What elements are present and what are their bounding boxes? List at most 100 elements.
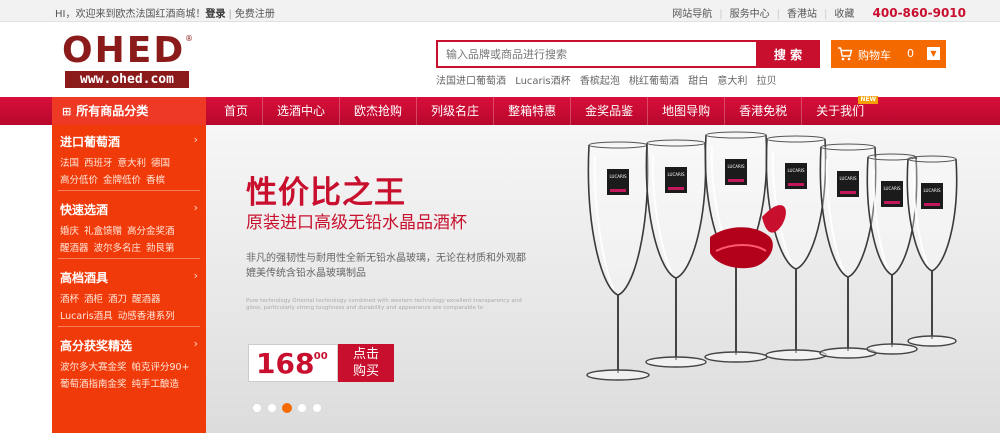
category-link[interactable]: 醒酒器: [60, 243, 89, 254]
nav-item-map-guide[interactable]: 地图导购: [648, 97, 726, 125]
wine-glass: LUCARIS: [586, 141, 650, 381]
category-title[interactable]: 高分获奖精选: [60, 337, 132, 354]
hot-keyword[interactable]: 桃红葡萄酒: [629, 76, 679, 87]
wine-glasses-image: LUCARIS LUCARIS LUCARIS LUCARIS LUCARIS LUCAR…: [586, 131, 958, 381]
buy-now-button[interactable]: 点击 购买: [338, 344, 394, 382]
category-link[interactable]: 动感香港系列: [118, 311, 175, 322]
hot-keyword[interactable]: 拉贝: [757, 76, 777, 87]
chevron-right-icon: ›: [193, 133, 198, 146]
category-link[interactable]: 法国: [60, 158, 79, 169]
glass-brand-label: LUCARIS: [610, 174, 627, 179]
category-link[interactable]: 高分低价: [60, 175, 98, 186]
category-title[interactable]: 进口葡萄酒: [60, 133, 120, 150]
nav-item-home[interactable]: 首页: [210, 97, 264, 125]
carousel-dot[interactable]: [282, 403, 292, 413]
site-logo[interactable]: OHED ® www.ohed.com: [62, 30, 193, 88]
login-link[interactable]: 登录: [205, 9, 225, 20]
category-links: 法国 西班牙 意大利 德国: [60, 155, 175, 169]
service-center-link[interactable]: 服务中心: [730, 9, 770, 20]
cart-label: 购物车: [858, 49, 891, 62]
category-link[interactable]: 纯手工酿造: [132, 379, 180, 390]
topbar-divider: |: [719, 9, 723, 20]
price-decimal: .00: [310, 351, 328, 362]
glass-layer: LUCARIS LUCARIS LUCARIS LUCARIS LUCARIS LUCAR…: [586, 131, 958, 381]
glass-brand-label: LUCARIS: [884, 186, 901, 191]
category-link[interactable]: 勃艮第: [146, 243, 175, 254]
category-link[interactable]: 酒刀: [108, 294, 127, 305]
topbar-divider: |: [776, 9, 780, 20]
nav-item-selection-center[interactable]: 选酒中心: [263, 97, 341, 125]
divider: [58, 258, 200, 259]
hot-keywords: 法国进口葡萄酒 Lucaris酒杯 香槟起泡 桃红葡萄酒 甜白 意大利 拉贝: [436, 72, 783, 87]
category-links: 醒酒器 波尔多名庄 勃艮第: [60, 240, 180, 254]
nav-item-about-us[interactable]: 关于我们 NEW: [802, 96, 879, 125]
topbar-divider: |: [823, 9, 828, 20]
glass-brand-label: LUCARIS: [668, 172, 685, 177]
category-link[interactable]: 酒杯: [60, 294, 79, 305]
hot-keyword[interactable]: Lucaris酒杯: [515, 76, 570, 87]
category-link[interactable]: 西班牙: [84, 158, 113, 169]
category-link[interactable]: 香槟: [146, 175, 165, 186]
category-link[interactable]: 波尔多名庄: [94, 243, 142, 254]
logo-brand: OHED: [62, 30, 186, 71]
hot-keyword[interactable]: 法国进口葡萄酒: [436, 76, 506, 87]
nav-item-case-deals[interactable]: 整箱特惠: [494, 97, 572, 125]
chevron-right-icon: ›: [193, 201, 198, 214]
nav-item-about-label: 关于我们: [816, 104, 865, 118]
category-link[interactable]: 婚庆: [60, 226, 79, 237]
carousel-dot[interactable]: [267, 403, 277, 413]
category-link[interactable]: 高分金奖酒: [127, 226, 175, 237]
category-link[interactable]: 醒酒器: [132, 294, 161, 305]
nav-item-flash-sale[interactable]: 欧杰抢购: [340, 97, 418, 125]
all-categories-button[interactable]: ⊞ 所有商品分类: [52, 97, 206, 125]
category-link[interactable]: 意大利: [118, 158, 147, 169]
carousel-dots: [252, 403, 327, 416]
register-link[interactable]: 免费注册: [235, 9, 275, 20]
nav-item-gold-tasting[interactable]: 金奖品鉴: [571, 97, 649, 125]
favorite-link[interactable]: 收藏: [834, 9, 854, 20]
promo-banner[interactable]: 性价比之王 原装进口高级无铅水晶品酒杯 非凡的强韧性与耐用性全新无铅水晶玻璃，无…: [206, 125, 1000, 433]
category-links: 高分低价 金牌低价 香槟: [60, 172, 170, 186]
banner-english-text: Pure technology Oriental technology comb…: [246, 298, 522, 311]
grid-icon: ⊞: [62, 105, 72, 118]
category-link[interactable]: 酒柜: [84, 294, 103, 305]
category-link[interactable]: 德国: [151, 158, 170, 169]
banner-description: 非凡的强韧性与耐用性全新无铅水晶玻璃，无论在材质和外观都媲美传统含铅水晶玻璃制品: [246, 253, 526, 279]
category-links: Lucaris酒具 动感香港系列: [60, 308, 180, 322]
category-link[interactable]: 礼盒馈赠: [84, 226, 122, 237]
chevron-down-icon[interactable]: ▼: [927, 47, 940, 60]
glass-brand-label: LUCARIS: [840, 176, 857, 181]
hongkong-site-link[interactable]: 香港站: [787, 9, 817, 20]
cart-button[interactable]: 购物车 0 ▼: [831, 40, 946, 68]
carousel-dot[interactable]: [312, 403, 322, 413]
site-nav-link[interactable]: 网站导航: [672, 9, 712, 20]
carousel-dot[interactable]: [252, 403, 262, 413]
category-link[interactable]: 波尔多大赛金奖: [60, 362, 127, 373]
search-input[interactable]: [436, 40, 756, 68]
main-nav: ⊞ 所有商品分类 首页 选酒中心 欧杰抢购 列级名庄 整箱特惠 金奖品鉴 地图导购…: [0, 96, 1000, 125]
category-title[interactable]: 快速选酒: [60, 201, 108, 218]
banner-headline: 性价比之王: [246, 175, 406, 211]
category-link[interactable]: 葡萄酒指南金奖: [60, 379, 127, 390]
category-links: 葡萄酒指南金奖 纯手工酿造: [60, 376, 184, 390]
category-links: 婚庆 礼盒馈赠 高分金奖酒: [60, 223, 180, 237]
hot-keyword[interactable]: 意大利: [717, 76, 747, 87]
category-title[interactable]: 高档酒具: [60, 269, 108, 286]
category-link[interactable]: 帕克评分90+: [132, 362, 190, 373]
chevron-right-icon: ›: [193, 269, 198, 282]
greeting-text: HI，欢迎来到欧杰法国红酒商城！: [55, 9, 206, 20]
category-links: 波尔多大赛金奖 帕克评分90+: [60, 359, 195, 373]
carousel-dot[interactable]: [297, 403, 307, 413]
search-button[interactable]: 搜 索: [756, 40, 820, 68]
glass-brand-label: LUCARIS: [924, 188, 941, 193]
category-link[interactable]: 金牌低价: [103, 175, 141, 186]
hot-keyword[interactable]: 甜白: [688, 76, 708, 87]
nav-item-hk-duty-free[interactable]: 香港免税: [725, 97, 803, 125]
category-sidebar: 进口葡萄酒 › 法国 西班牙 意大利 德国 高分低价 金牌低价 香槟 快速选酒 › 婚庆礼…: [52, 125, 206, 433]
price-main: 168: [256, 347, 315, 380]
hot-keyword[interactable]: 香槟起泡: [580, 76, 620, 87]
nav-item-classified-growths[interactable]: 列级名庄: [417, 97, 495, 125]
banner-subheadline: 原装进口高级无铅水晶品酒杯: [246, 213, 467, 233]
category-link[interactable]: Lucaris酒具: [60, 311, 113, 322]
price-box: 168 .00 点击 购买: [248, 344, 394, 382]
